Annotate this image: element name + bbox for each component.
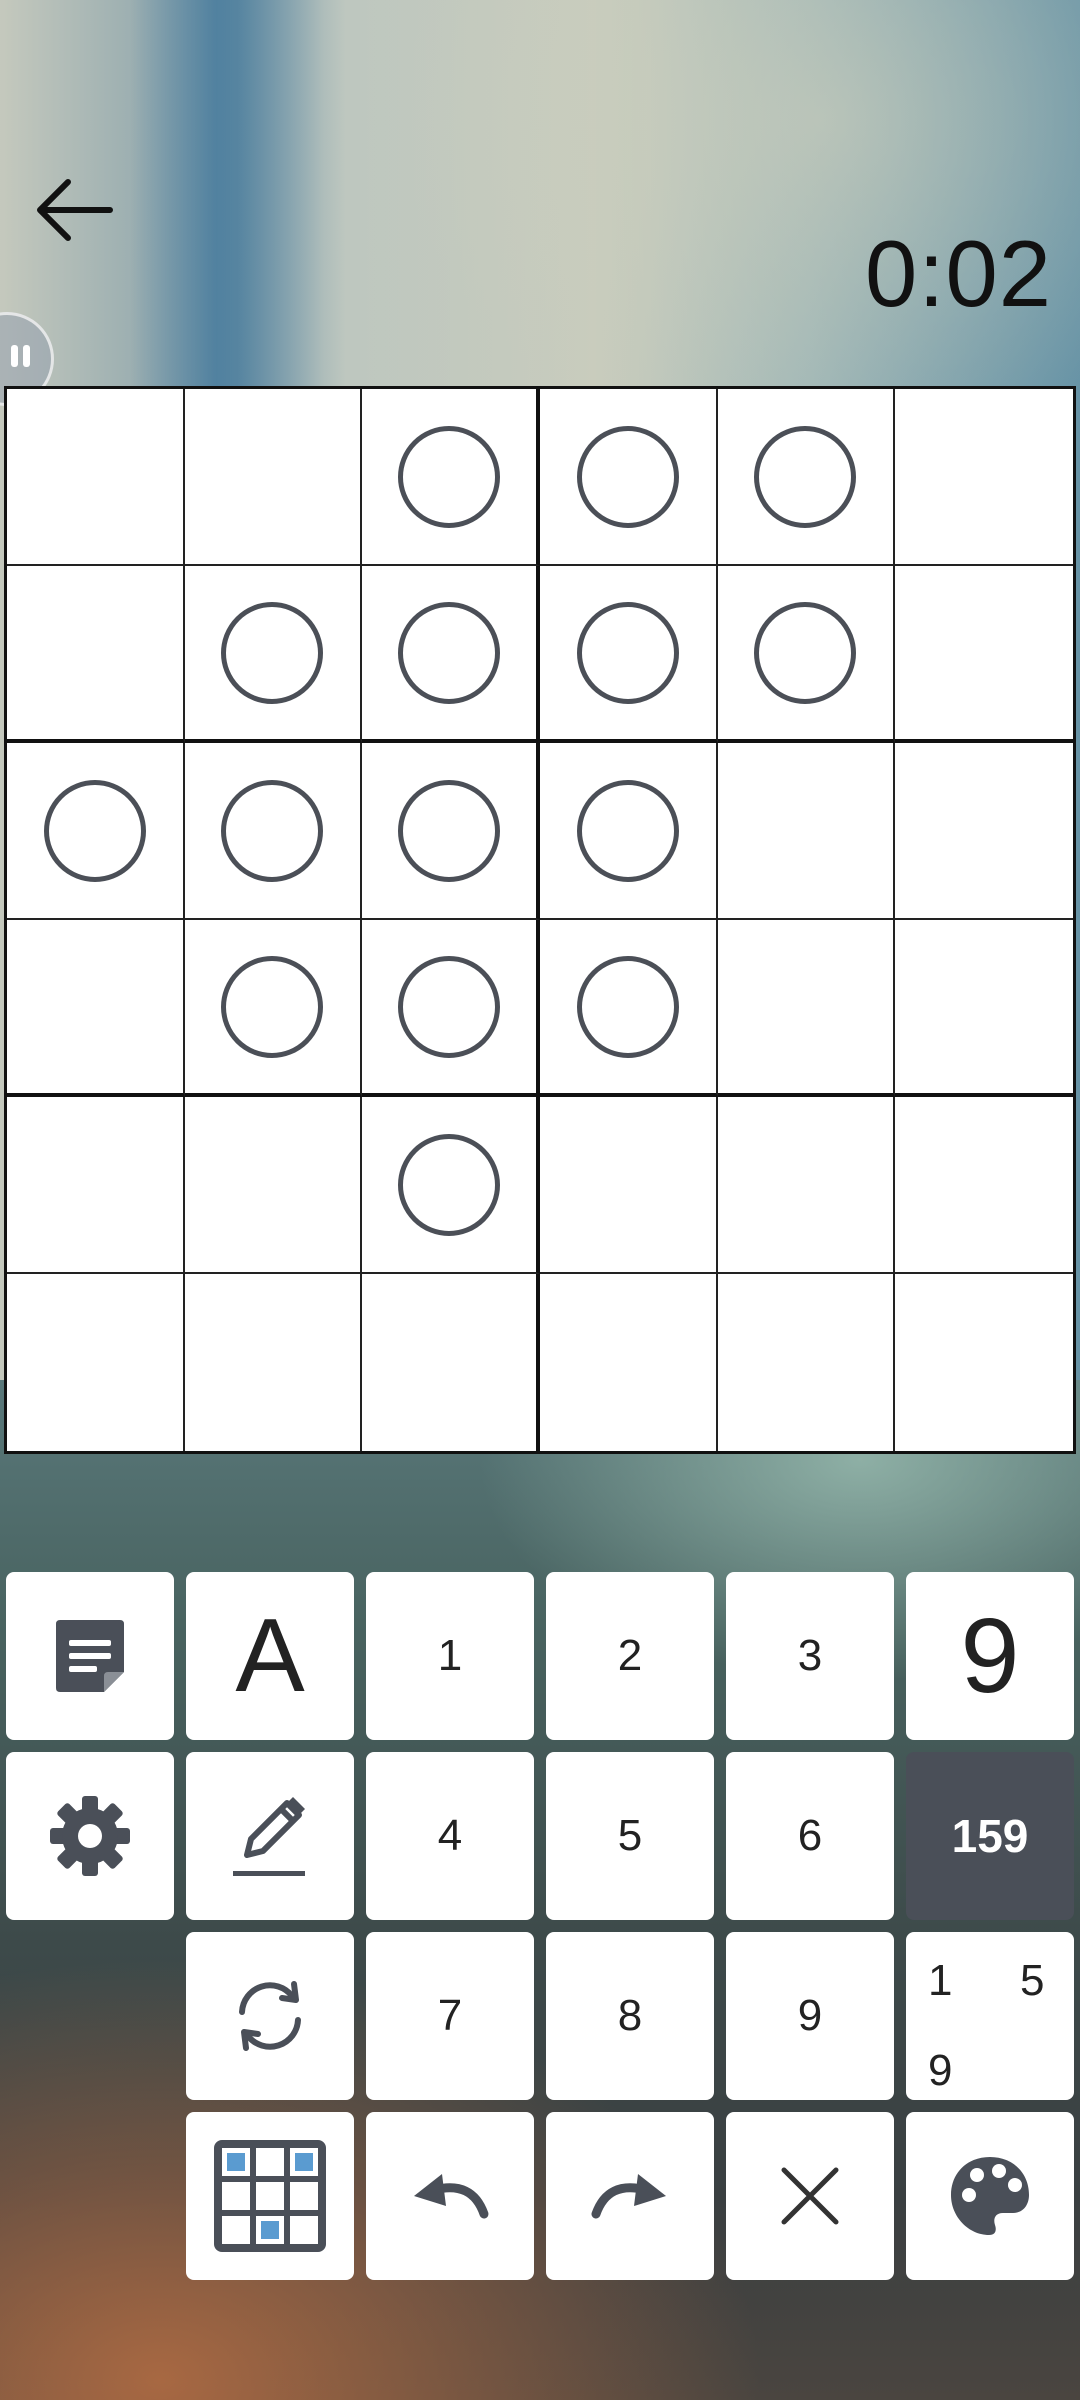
grid-cell[interactable] <box>717 389 896 566</box>
arrow-left-icon <box>37 179 113 241</box>
digit-2-button[interactable]: 2 <box>546 1572 714 1740</box>
grid-cell[interactable] <box>540 566 718 743</box>
grid-cell[interactable] <box>717 920 896 1097</box>
grid-cell[interactable] <box>717 1097 896 1274</box>
grid-cell[interactable] <box>895 743 1073 920</box>
grid-cell[interactable] <box>717 566 896 743</box>
grid-cell[interactable] <box>184 389 363 566</box>
grid-cell[interactable] <box>362 566 540 743</box>
palette-icon <box>951 2157 1029 2235</box>
circle-mark <box>43 779 146 882</box>
grid-cell[interactable] <box>362 389 540 566</box>
grid-cell[interactable] <box>185 1274 363 1451</box>
grid-cell[interactable] <box>7 1274 185 1451</box>
corner-mark-button[interactable]: 1 5 9 <box>906 1932 1074 2100</box>
digit-3-button[interactable]: 3 <box>726 1572 894 1740</box>
circle-mark <box>398 955 501 1058</box>
grid-cell[interactable] <box>540 389 718 566</box>
digit-5-button[interactable]: 5 <box>546 1752 714 1920</box>
grid-cell[interactable] <box>7 566 185 743</box>
grid-cell[interactable] <box>184 1097 363 1274</box>
digit-8-button[interactable]: 8 <box>546 1932 714 2100</box>
grid-cell[interactable] <box>540 743 718 920</box>
clear-button[interactable] <box>726 2112 894 2280</box>
grid-cell[interactable] <box>362 1274 540 1451</box>
grid-cell[interactable] <box>540 1274 718 1451</box>
grid-cell[interactable] <box>184 920 363 1097</box>
circle-mark <box>398 601 501 704</box>
corner-digit-1: 1 <box>928 1956 953 2005</box>
circle-mark <box>576 779 679 882</box>
timer: 0:02 <box>865 221 1052 326</box>
grid-cell[interactable] <box>7 389 185 566</box>
digit-set-button[interactable]: 159 <box>906 1752 1074 1920</box>
grid-cell[interactable] <box>7 1097 185 1274</box>
grid-select-button[interactable] <box>186 2112 354 2280</box>
circle-mark <box>576 425 679 528</box>
grid-cell[interactable] <box>540 920 718 1097</box>
circle-mark <box>398 779 501 882</box>
circle-mark <box>754 425 857 528</box>
grid-cell[interactable] <box>895 1274 1073 1451</box>
grid-cell[interactable] <box>718 1274 896 1451</box>
undo-icon <box>414 2174 489 2219</box>
grid-cell[interactable] <box>895 566 1073 743</box>
redo-icon <box>591 2174 666 2219</box>
pause-icon <box>11 345 18 367</box>
grid-select-icon <box>214 2140 326 2252</box>
back-button[interactable] <box>28 170 118 250</box>
note-icon <box>56 1620 124 1692</box>
circle-mark <box>221 601 324 704</box>
text-mode-button[interactable]: A <box>186 1572 354 1740</box>
grid-cell[interactable] <box>540 1097 718 1274</box>
pencil-icon <box>233 1797 305 1876</box>
notes-button[interactable] <box>6 1572 174 1740</box>
puzzle-grid <box>4 386 1076 1454</box>
digit-7-button[interactable]: 7 <box>366 1932 534 2100</box>
digit-1-button[interactable]: 1 <box>366 1572 534 1740</box>
undo-button[interactable] <box>366 2112 534 2280</box>
circle-mark <box>398 1133 501 1236</box>
grid-cell[interactable] <box>717 743 896 920</box>
grid-cell[interactable] <box>184 566 363 743</box>
redo-button[interactable] <box>546 2112 714 2280</box>
grid-cell[interactable] <box>895 389 1073 566</box>
refresh-icon <box>239 1981 301 2051</box>
gear-icon <box>50 1796 130 1876</box>
digit-4-button[interactable]: 4 <box>366 1752 534 1920</box>
grid-cell[interactable] <box>895 1097 1073 1274</box>
circle-mark <box>221 955 324 1058</box>
circle-mark <box>398 425 501 528</box>
close-icon <box>781 2167 839 2225</box>
grid-cell[interactable] <box>362 1097 540 1274</box>
circle-mark <box>754 601 857 704</box>
grid-cell[interactable] <box>362 743 540 920</box>
color-palette-button[interactable] <box>906 2112 1074 2280</box>
settings-button[interactable] <box>6 1752 174 1920</box>
digit-6-button[interactable]: 6 <box>726 1752 894 1920</box>
circle-mark <box>576 601 679 704</box>
circle-mark <box>576 955 679 1058</box>
grid-cell[interactable] <box>895 920 1073 1097</box>
grid-cell[interactable] <box>362 920 540 1097</box>
pause-icon-bar <box>23 345 30 367</box>
circle-mark <box>221 779 324 882</box>
grid-cell[interactable] <box>184 743 363 920</box>
corner-digit-5: 5 <box>1020 1956 1045 2005</box>
big-digit-mode-button[interactable]: 9 <box>906 1572 1074 1740</box>
grid-cell[interactable] <box>7 743 185 920</box>
digit-9-button[interactable]: 9 <box>726 1932 894 2100</box>
pencil-button[interactable] <box>186 1752 354 1920</box>
corner-digit-9: 9 <box>928 2046 953 2095</box>
refresh-button[interactable] <box>186 1932 354 2100</box>
grid-cell[interactable] <box>7 920 185 1097</box>
